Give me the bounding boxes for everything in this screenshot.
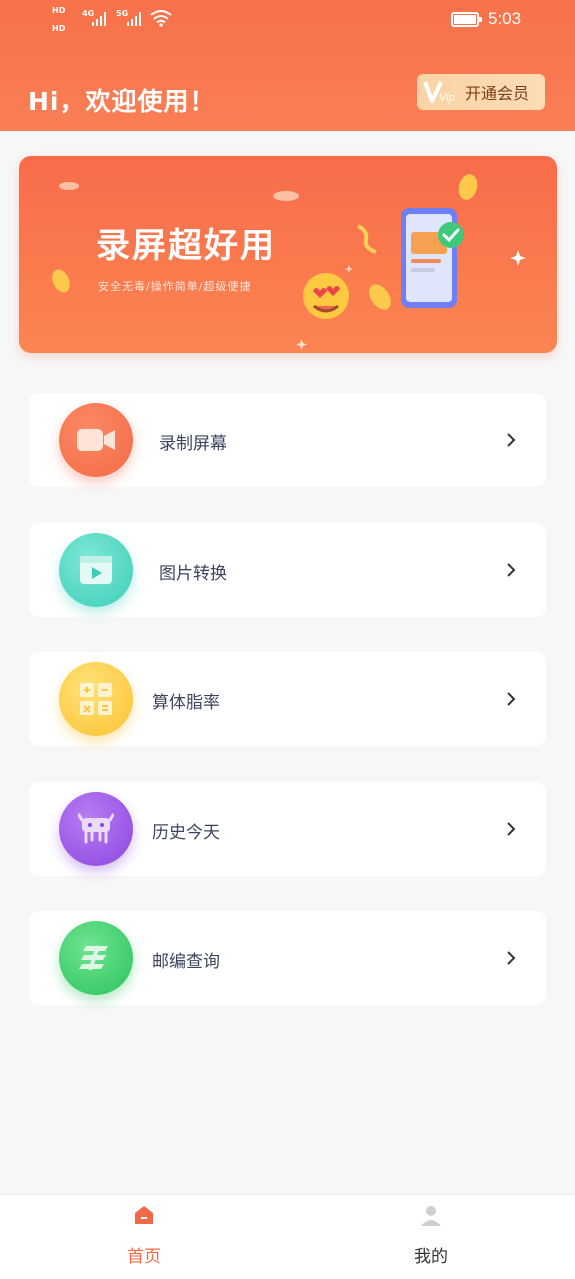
tab-home-label: 首页 <box>127 1247 161 1267</box>
tab-home[interactable]: 首页 <box>84 1195 204 1279</box>
signal-strength-icon <box>127 12 141 26</box>
calculator-icon <box>59 662 133 736</box>
menu-item-label: 录制屏幕 <box>159 434 227 454</box>
clock: 5:03 <box>488 9 522 28</box>
menu-item-history-today[interactable]: 历史今天 <box>29 782 546 876</box>
open-vip-button[interactable]: Vip 开通会员 <box>417 74 545 110</box>
menu-item-body-fat[interactable]: 算体脂率 <box>29 652 546 746</box>
tab-mine[interactable]: 我的 <box>371 1195 491 1279</box>
status-bar: HD HD 4G 5G 5:03 <box>0 0 575 40</box>
vip-badge-text: Vip <box>439 92 455 104</box>
battery-icon <box>451 12 482 27</box>
menu-item-postal-code[interactable]: 邮编查询 <box>29 911 546 1005</box>
banner-subtitle: 安全无毒/操作简单/超级便捷 <box>98 280 252 293</box>
greeting-title: Hi，欢迎使用！ <box>28 87 216 116</box>
menu-item-label: 邮编查询 <box>152 952 220 972</box>
sim1-label: HD <box>52 6 66 15</box>
chevron-right-icon <box>507 563 516 577</box>
menu-item-record-screen[interactable]: 录制屏幕 <box>29 393 546 487</box>
bottom-navigation: 首页 我的 <box>0 1194 575 1279</box>
postal-code-icon <box>59 921 133 995</box>
tab-mine-label: 我的 <box>414 1247 448 1267</box>
header: HD HD 4G 5G 5:03 Hi，欢迎使用！ Vip 开通会员 <box>0 0 575 131</box>
user-icon <box>421 1206 441 1226</box>
promo-banner[interactable]: 录屏超好用 安全无毒/操作简单/超级便捷 <box>19 156 557 353</box>
banner-title: 录屏超好用 <box>96 226 276 266</box>
menu-item-image-convert[interactable]: 图片转换 <box>29 523 546 617</box>
chevron-right-icon <box>507 951 516 965</box>
chevron-right-icon <box>507 692 516 706</box>
vip-icon: Vip <box>423 79 459 105</box>
video-camera-icon <box>59 403 133 477</box>
menu-item-label: 历史今天 <box>152 823 220 843</box>
open-vip-label: 开通会员 <box>465 84 530 103</box>
menu-item-label: 图片转换 <box>159 564 227 584</box>
history-monster-icon <box>59 792 133 866</box>
chevron-right-icon <box>507 822 516 836</box>
menu-item-label: 算体脂率 <box>152 693 220 713</box>
signal-strength-icon <box>92 12 106 26</box>
home-icon <box>135 1206 153 1224</box>
chevron-right-icon <box>507 433 516 447</box>
wifi-icon <box>150 10 172 27</box>
sim2-label: HD <box>52 24 66 33</box>
film-play-icon <box>59 533 133 607</box>
